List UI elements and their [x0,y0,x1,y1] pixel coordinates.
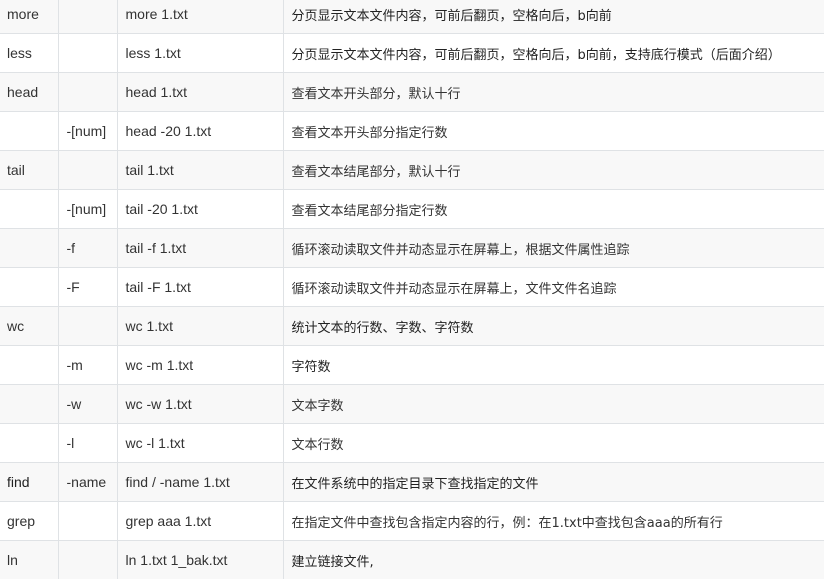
example-cell: tail -20 1.txt [117,189,284,229]
description-cell: 查看文本开头部分，默认十行 [283,72,824,112]
table-row: less less 1.txt 分页显示文本文件内容，可前后翻页，空格向后，b向… [0,33,824,73]
description-cell: 分页显示文本文件内容，可前后翻页，空格向后，b向前 [283,0,824,34]
description-cell: 统计文本的行数、字数、字符数 [283,306,824,346]
option-cell: -l [58,423,118,463]
table-row: head head 1.txt 查看文本开头部分，默认十行 [0,72,824,112]
example-cell: tail 1.txt [117,150,284,190]
option-cell: -w [58,384,118,424]
command-table: more more 1.txt 分页显示文本文件内容，可前后翻页，空格向后，b向… [0,0,824,579]
option-cell: -[num] [58,111,118,151]
command-cell [0,111,59,151]
example-cell: head 1.txt [117,72,284,112]
command-cell: ln [0,540,59,579]
command-cell [0,423,59,463]
example-cell: grep aaa 1.txt [117,501,284,541]
command-cell: grep [0,501,59,541]
example-cell: tail -f 1.txt [117,228,284,268]
table-row: -w wc -w 1.txt 文本字数 [0,384,824,424]
option-cell: -[num] [58,189,118,229]
table-row: -f tail -f 1.txt 循环滚动读取文件并动态显示在屏幕上，根据文件属… [0,228,824,268]
command-cell [0,228,59,268]
option-cell [58,306,118,346]
table-row: wc wc 1.txt 统计文本的行数、字数、字符数 [0,306,824,346]
description-cell: 循环滚动读取文件并动态显示在屏幕上，根据文件属性追踪 [283,228,824,268]
description-cell: 在指定文件中查找包含指定内容的行，例：在1.txt中查找包含aaa的所有行 [283,501,824,541]
description-cell: 循环滚动读取文件并动态显示在屏幕上，文件文件名追踪 [283,267,824,307]
description-cell: 在文件系统中的指定目录下查找指定的文件 [283,462,824,502]
description-cell: 建立链接文件, [283,540,824,579]
option-cell: -F [58,267,118,307]
example-cell: wc -m 1.txt [117,345,284,385]
command-cell: less [0,33,59,73]
option-cell [58,0,118,34]
table-row: -[num] tail -20 1.txt 查看文本结尾部分指定行数 [0,189,824,229]
table-row: ln ln 1.txt 1_bak.txt 建立链接文件, [0,540,824,579]
table-row: -[num] head -20 1.txt 查看文本开头部分指定行数 [0,111,824,151]
description-cell: 文本字数 [283,384,824,424]
command-cell [0,189,59,229]
example-cell: more 1.txt [117,0,284,34]
option-cell: -f [58,228,118,268]
example-cell: tail -F 1.txt [117,267,284,307]
description-cell: 字符数 [283,345,824,385]
table-row: grep grep aaa 1.txt 在指定文件中查找包含指定内容的行，例：在… [0,501,824,541]
table-row: find -name find / -name 1.txt 在文件系统中的指定目… [0,462,824,502]
command-cell: more [0,0,59,34]
command-cell: find [0,462,59,502]
example-cell: wc -w 1.txt [117,384,284,424]
table-row: more more 1.txt 分页显示文本文件内容，可前后翻页，空格向后，b向… [0,0,824,34]
table-row: -F tail -F 1.txt 循环滚动读取文件并动态显示在屏幕上，文件文件名… [0,267,824,307]
option-cell: -m [58,345,118,385]
option-cell [58,540,118,579]
command-cell [0,345,59,385]
option-cell: -name [58,462,118,502]
option-cell [58,501,118,541]
command-cell: head [0,72,59,112]
table-row: -m wc -m 1.txt 字符数 [0,345,824,385]
description-cell: 文本行数 [283,423,824,463]
description-cell: 分页显示文本文件内容，可前后翻页，空格向后，b向前，支持底行模式（后面介绍） [283,33,824,73]
example-cell: wc -l 1.txt [117,423,284,463]
option-cell [58,72,118,112]
description-cell: 查看文本结尾部分，默认十行 [283,150,824,190]
command-cell: wc [0,306,59,346]
description-cell: 查看文本开头部分指定行数 [283,111,824,151]
command-cell: tail [0,150,59,190]
example-cell: find / -name 1.txt [117,462,284,502]
command-cell [0,384,59,424]
command-cell [0,267,59,307]
option-cell [58,150,118,190]
description-cell: 查看文本结尾部分指定行数 [283,189,824,229]
example-cell: wc 1.txt [117,306,284,346]
example-cell: less 1.txt [117,33,284,73]
example-cell: ln 1.txt 1_bak.txt [117,540,284,579]
table-row: tail tail 1.txt 查看文本结尾部分，默认十行 [0,150,824,190]
example-cell: head -20 1.txt [117,111,284,151]
table-row: -l wc -l 1.txt 文本行数 [0,423,824,463]
option-cell [58,33,118,73]
